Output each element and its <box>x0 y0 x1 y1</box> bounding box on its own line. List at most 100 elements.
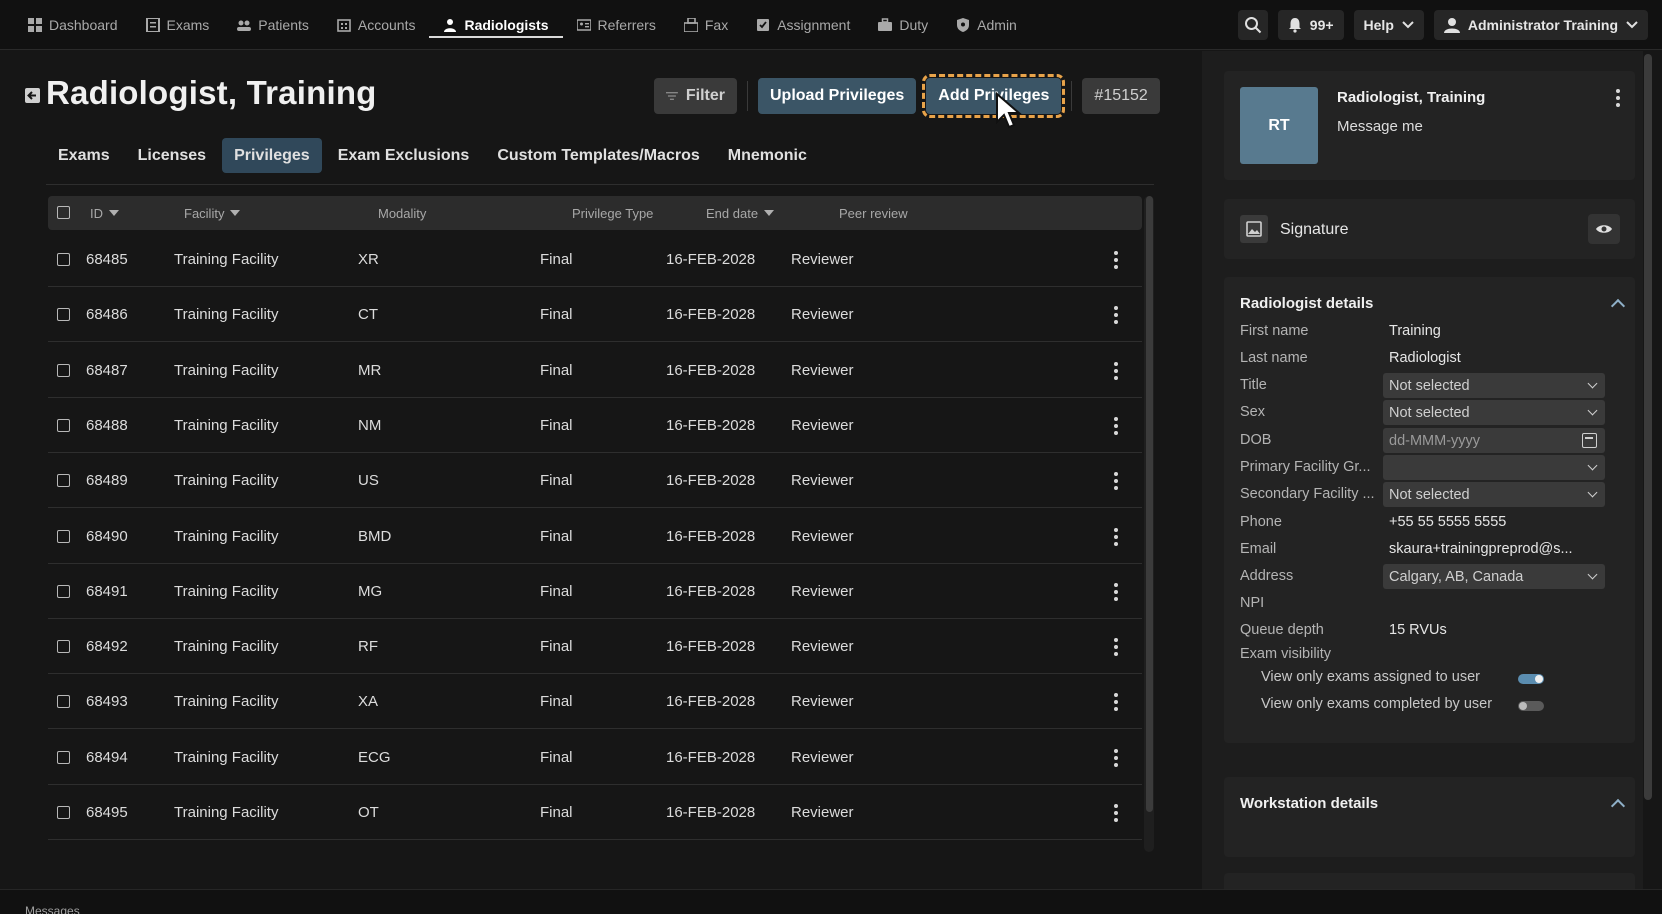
nav-assignment[interactable]: Assignment <box>742 0 864 50</box>
upload-privileges-button[interactable]: Upload Privileges <box>758 78 917 114</box>
cell-peer-review: Reviewer <box>791 251 854 268</box>
nav-patients[interactable]: Patients <box>223 0 323 50</box>
nav-exams[interactable]: Exams <box>132 0 224 50</box>
view-completed-toggle[interactable] <box>1518 701 1544 711</box>
row-actions-kebab-icon[interactable] <box>1114 804 1118 822</box>
primary-facility-select[interactable] <box>1383 455 1605 480</box>
sex-select[interactable]: Not selected <box>1383 400 1605 425</box>
row-actions-kebab-icon[interactable] <box>1114 306 1118 325</box>
signature-label: Signature <box>1280 221 1349 238</box>
row-checkbox[interactable] <box>57 474 70 488</box>
nav-radiologists[interactable]: Radiologists <box>429 0 563 50</box>
field-label: Secondary Facility ... <box>1240 486 1375 502</box>
section-title: Radiologist details <box>1240 295 1374 312</box>
user-menu-button[interactable]: Administrator Training <box>1433 10 1648 40</box>
message-me-link[interactable]: Message me <box>1337 118 1423 135</box>
table-row[interactable]: 68488 Training Facility NM Final 16-FEB-2028… <box>48 398 1142 453</box>
secondary-facility-select[interactable]: Not selected <box>1383 482 1605 507</box>
table-row[interactable]: 68486 Training Facility CT Final 16-FEB-2028… <box>48 287 1142 343</box>
search-button[interactable] <box>1237 10 1268 40</box>
select-all-checkbox[interactable] <box>57 206 70 219</box>
title-select[interactable]: Not selected <box>1383 373 1605 398</box>
view-signature-button[interactable] <box>1588 214 1620 244</box>
add-privileges-button[interactable]: Add Privileges <box>922 74 1066 118</box>
table-row[interactable]: 68489 Training Facility US Final 16-FEB-2028… <box>48 453 1142 509</box>
nav-admin[interactable]: Admin <box>942 0 1031 50</box>
column-header-facility[interactable]: Facility <box>184 196 241 230</box>
column-header-end-date[interactable]: End date <box>706 196 775 230</box>
tab-exams[interactable]: Exams <box>46 138 122 173</box>
row-actions-kebab-icon[interactable] <box>1114 582 1118 601</box>
panel-scrollbar[interactable] <box>1642 51 1656 811</box>
tab-custom-templates[interactable]: Custom Templates/Macros <box>485 138 711 173</box>
column-header-id[interactable]: ID <box>90 196 119 230</box>
table-row[interactable]: 68492 Training Facility RF Final 16-FEB-2028… <box>48 619 1142 675</box>
dob-input[interactable]: dd-MMM-yyyy <box>1383 428 1605 453</box>
notifications-button[interactable]: 99+ <box>1277 10 1344 40</box>
table-row[interactable]: 68487 Training Facility MR Final 16-FEB-2028… <box>48 343 1142 398</box>
field-label: Last name <box>1240 350 1308 366</box>
cell-peer-review: Reviewer <box>791 804 854 821</box>
nav-referrers[interactable]: Referrers <box>563 0 670 50</box>
row-actions-kebab-icon[interactable] <box>1114 748 1118 767</box>
nav-dashboard[interactable]: Dashboard <box>14 0 132 50</box>
row-actions-kebab-icon[interactable] <box>1114 527 1118 546</box>
row-actions-kebab-icon[interactable] <box>1114 638 1118 657</box>
more-options-icon[interactable] <box>1616 89 1620 107</box>
cell-end-date: 16-FEB-2028 <box>666 804 756 821</box>
collapse-chevron-up-icon[interactable] <box>1610 298 1626 314</box>
tab-exam-exclusions[interactable]: Exam Exclusions <box>326 138 482 173</box>
filter-button[interactable]: Filter <box>654 78 737 114</box>
tab-licenses[interactable]: Licenses <box>126 138 218 173</box>
view-assigned-toggle[interactable] <box>1518 674 1544 684</box>
row-checkbox[interactable] <box>57 750 70 764</box>
back-icon[interactable] <box>25 88 40 103</box>
field-label: Email <box>1240 541 1277 557</box>
column-label: Modality <box>378 205 427 221</box>
filter-icon <box>666 92 678 100</box>
nav-fax[interactable]: Fax <box>670 0 742 50</box>
row-checkbox[interactable] <box>57 253 70 266</box>
row-checkbox[interactable] <box>57 418 70 432</box>
row-checkbox[interactable] <box>57 363 70 377</box>
messages-label[interactable]: Messages <box>25 904 80 914</box>
chevron-down-icon <box>1587 405 1598 416</box>
row-actions-kebab-icon[interactable] <box>1114 472 1118 491</box>
table-row[interactable]: 68491 Training Facility MG Final 16-FEB-2028… <box>48 564 1142 619</box>
table-scrollbar-thumb[interactable] <box>1146 196 1153 812</box>
table-row[interactable]: 68485 Training Facility XR Final 16-FEB-2028… <box>48 232 1142 287</box>
help-button[interactable]: Help <box>1353 10 1424 40</box>
address-select[interactable]: Calgary, AB, Canada <box>1383 564 1605 589</box>
row-actions-kebab-icon[interactable] <box>1114 361 1118 380</box>
divider <box>747 81 748 111</box>
bell-icon <box>1288 18 1301 33</box>
row-actions-kebab-icon[interactable] <box>1114 416 1118 435</box>
row-checkbox[interactable] <box>57 584 70 598</box>
nav-accounts[interactable]: Accounts <box>323 0 430 50</box>
row-actions-kebab-icon[interactable] <box>1114 251 1118 269</box>
collapse-chevron-up-icon[interactable] <box>1610 798 1626 814</box>
row-checkbox[interactable] <box>57 640 70 654</box>
nav-items: Dashboard Exams Patients Accounts Radiol… <box>14 0 1031 50</box>
row-actions-kebab-icon[interactable] <box>1114 693 1118 712</box>
tab-mnemonic[interactable]: Mnemonic <box>716 138 819 173</box>
field-label: Queue depth <box>1240 622 1324 638</box>
cell-id: 68495 <box>86 804 128 821</box>
nav-duty[interactable]: Duty <box>864 0 942 50</box>
select-value: Not selected <box>1389 404 1470 421</box>
row-checkbox[interactable] <box>57 529 70 543</box>
row-checkbox[interactable] <box>57 308 70 322</box>
row-checkbox[interactable] <box>57 695 70 709</box>
table-row[interactable]: 68494 Training Facility ECG Final 16-FEB-202… <box>48 730 1142 785</box>
calendar-icon[interactable] <box>1582 433 1597 448</box>
table-row[interactable]: 68495 Training Facility OT Final 16-FEB-2028… <box>48 785 1142 840</box>
assignment-icon <box>757 19 770 31</box>
cell-end-date: 16-FEB-2028 <box>666 693 756 711</box>
cell-peer-review: Reviewer <box>791 748 854 766</box>
row-checkbox[interactable] <box>57 806 70 819</box>
tab-privileges[interactable]: Privileges <box>222 138 322 173</box>
table-row[interactable]: 68493 Training Facility XA Final 16-FEB-2028… <box>48 674 1142 730</box>
cell-id: 68485 <box>86 251 128 268</box>
table-row[interactable]: 68490 Training Facility BMD Final 16-FEB-202… <box>48 509 1142 564</box>
panel-scrollbar-thumb[interactable] <box>1644 54 1652 800</box>
